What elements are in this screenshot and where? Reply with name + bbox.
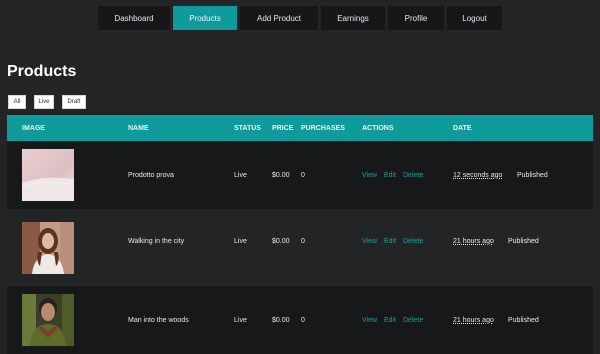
edit-link[interactable]: Edit [384, 317, 396, 324]
nav-dashboard[interactable]: Dashboard [98, 6, 170, 30]
header-actions: ACTIONS [362, 125, 394, 132]
product-name: Man into the woods [128, 317, 189, 324]
view-link[interactable]: View [362, 172, 377, 179]
table-row: Walking in the city Live $0.00 0 View Ed… [7, 209, 593, 286]
header-image: IMAGE [22, 125, 45, 132]
filter-bar: All Live Draft [8, 95, 86, 109]
view-link[interactable]: View [362, 238, 377, 245]
product-status: Live [234, 317, 247, 324]
nav-profile[interactable]: Profile [388, 6, 444, 30]
delete-link[interactable]: Delete [403, 172, 423, 179]
pink-fabric-photo[interactable] [22, 149, 74, 201]
edit-link[interactable]: Edit [384, 238, 396, 245]
man-portrait-photo[interactable] [22, 294, 74, 346]
header-status: STATUS [234, 125, 261, 132]
header-purchases: PURCHASES [301, 125, 345, 132]
header-price: PRICE [272, 125, 294, 132]
product-status: Live [234, 238, 247, 245]
product-status: Live [234, 172, 247, 179]
products-table: IMAGE NAME STATUS PRICE PURCHASES ACTION… [7, 115, 593, 354]
date-link[interactable]: 12 seconds ago [453, 172, 502, 179]
product-purchases: 0 [301, 238, 305, 245]
product-price: $0.00 [272, 238, 290, 245]
delete-link[interactable]: Delete [403, 238, 423, 245]
product-price: $0.00 [272, 172, 290, 179]
header-name: NAME [128, 125, 149, 132]
publish-state: Published [517, 172, 548, 179]
filter-draft[interactable]: Draft [62, 95, 86, 109]
edit-link[interactable]: Edit [384, 172, 396, 179]
nav-add-product[interactable]: Add Product [240, 6, 318, 30]
product-name: Walking in the city [128, 238, 185, 245]
nav-earnings[interactable]: Earnings [321, 6, 385, 30]
date-link[interactable]: 21 hours ago [453, 238, 494, 245]
publish-state: Published [508, 238, 539, 245]
product-price: $0.00 [272, 317, 290, 324]
filter-all[interactable]: All [8, 95, 26, 109]
table-row: Man into the woods Live $0.00 0 View Edi… [7, 286, 593, 354]
delete-link[interactable]: Delete [403, 317, 423, 324]
header-date: DATE [453, 125, 472, 132]
date-link[interactable]: 21 hours ago [453, 317, 494, 324]
filter-live[interactable]: Live [34, 95, 54, 109]
top-nav: Dashboard Products Add Product Earnings … [98, 6, 502, 30]
product-name: Prodotto prova [128, 172, 174, 179]
product-purchases: 0 [301, 172, 305, 179]
publish-state: Published [508, 317, 539, 324]
table-row: Prodotto prova Live $0.00 0 View Edit De… [7, 141, 593, 209]
product-purchases: 0 [301, 317, 305, 324]
view-link[interactable]: View [362, 317, 377, 324]
nav-logout[interactable]: Logout [447, 6, 502, 30]
page-title: Products [7, 63, 77, 80]
table-header: IMAGE NAME STATUS PRICE PURCHASES ACTION… [7, 115, 593, 141]
nav-products[interactable]: Products [173, 6, 237, 30]
woman-portrait-photo[interactable] [22, 222, 74, 274]
